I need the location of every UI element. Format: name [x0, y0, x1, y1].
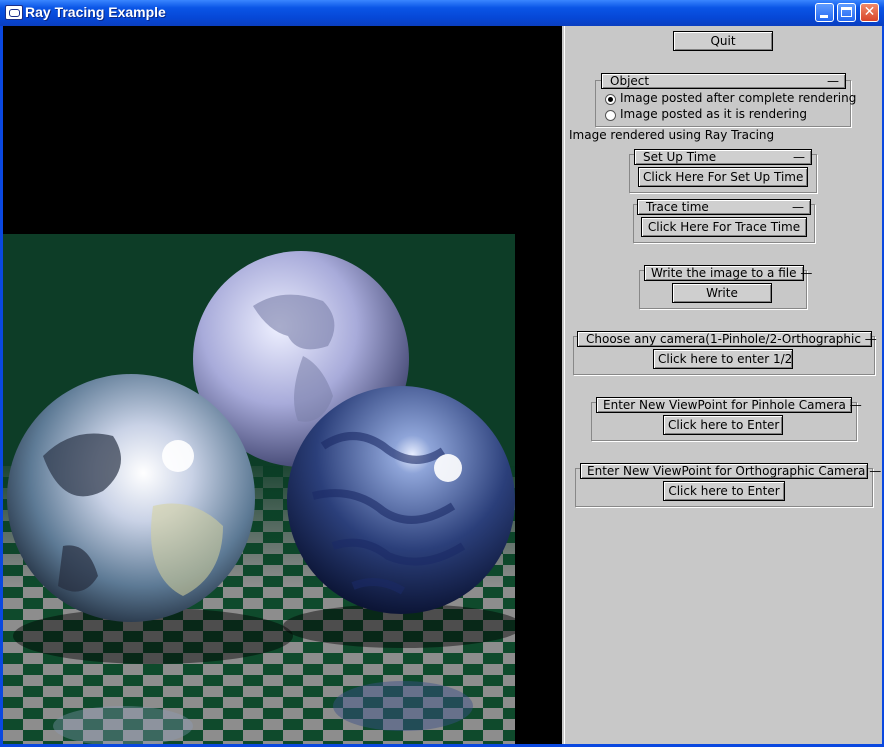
- close-button[interactable]: ✕: [860, 3, 879, 22]
- client-area: Quit Object — Image posted after complet…: [3, 26, 882, 744]
- quit-button[interactable]: Quit: [673, 31, 773, 51]
- title-bar[interactable]: Ray Tracing Example ✕: [0, 0, 884, 26]
- collapse-icon[interactable]: —: [792, 200, 804, 214]
- write-button[interactable]: Write: [672, 283, 772, 303]
- render-canvas: [3, 26, 562, 744]
- rendered-image: [3, 26, 562, 744]
- minimize-button[interactable]: [815, 3, 834, 22]
- write-group-title[interactable]: Write the image to a file —: [644, 265, 812, 281]
- collapse-icon[interactable]: —: [793, 150, 805, 164]
- left-sphere: [7, 374, 255, 622]
- object-group-label: Object: [610, 74, 650, 88]
- object-group-title[interactable]: Object —: [601, 73, 846, 89]
- window-title: Ray Tracing Example: [25, 4, 166, 20]
- marble-sphere: [287, 386, 515, 614]
- radio-after-complete-label: Image posted after complete rendering: [620, 91, 857, 105]
- camera-group-title[interactable]: Choose any camera(1-Pinhole/2-Orthograph…: [577, 331, 877, 347]
- radio-while-rendering[interactable]: [605, 110, 616, 121]
- setup-group-label: Set Up Time: [643, 150, 717, 164]
- camera-choice-button[interactable]: Click here to enter 1/2: [653, 349, 793, 369]
- trace-group-title[interactable]: Trace time —: [637, 199, 811, 215]
- maximize-button[interactable]: [837, 3, 856, 22]
- radio-while-rendering-label: Image posted as it is rendering: [620, 107, 807, 121]
- ortho-enter-button[interactable]: Click here to Enter: [663, 481, 785, 501]
- pinhole-group-title[interactable]: Enter New ViewPoint for Pinhole Camera —: [596, 397, 862, 413]
- pinhole-enter-button[interactable]: Click here to Enter: [663, 415, 783, 435]
- collapse-icon[interactable]: —: [827, 74, 839, 88]
- app-window: Ray Tracing Example ✕ Quit Object — Imag…: [0, 0, 884, 747]
- setup-group-title[interactable]: Set Up Time —: [634, 149, 812, 165]
- maximize-icon: [841, 7, 852, 17]
- ortho-group-title[interactable]: Enter New ViewPoint for Orthographic Cam…: [580, 463, 881, 479]
- trace-time-button[interactable]: Click Here For Trace Time: [641, 217, 807, 237]
- close-icon: ✕: [863, 4, 876, 20]
- trace-group-label: Trace time: [646, 200, 709, 214]
- status-text: Image rendered using Ray Tracing: [569, 128, 775, 142]
- setup-time-button[interactable]: Click Here For Set Up Time: [638, 167, 808, 187]
- minimize-icon: [820, 15, 828, 18]
- control-panel: Quit Object — Image posted after complet…: [564, 26, 882, 744]
- radio-after-complete[interactable]: [605, 94, 616, 105]
- app-icon[interactable]: [5, 5, 23, 20]
